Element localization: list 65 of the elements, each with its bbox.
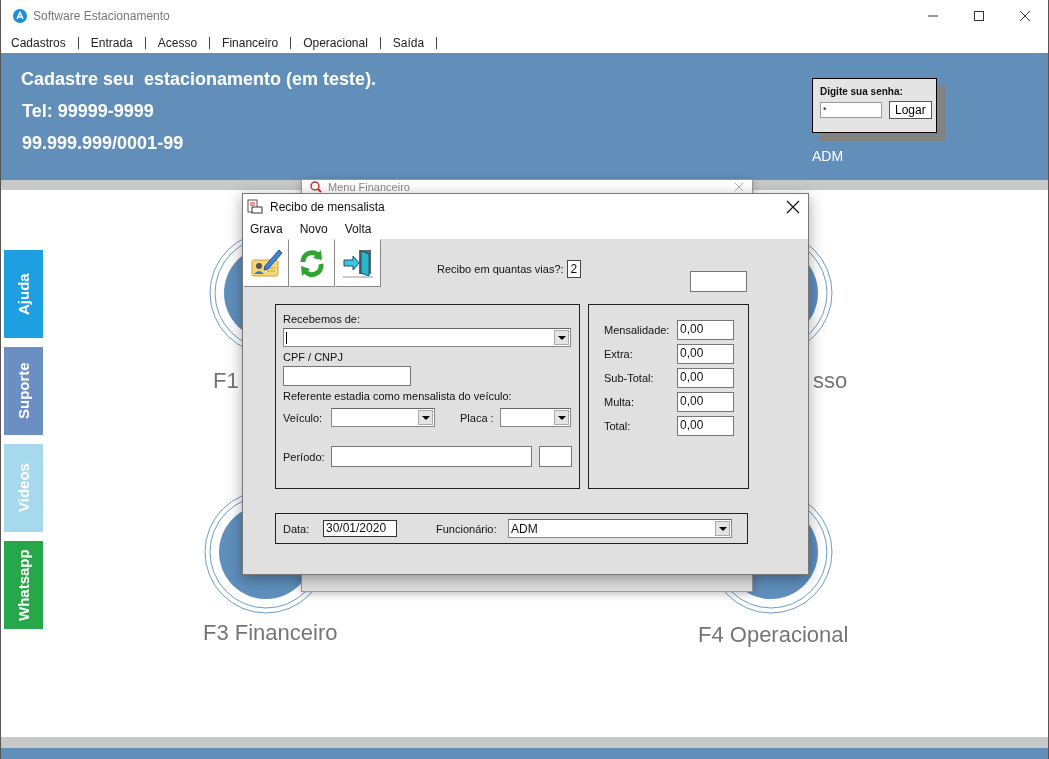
company-info-text: Tel: 99999-9999 — [21, 100, 155, 123]
field-label: CPF / CNPJ — [283, 351, 344, 363]
field-label: Extra: — [604, 348, 634, 360]
window-title: Menu Financeiro — [328, 181, 410, 193]
window-title: Software Estacionamento — [33, 9, 170, 23]
field-label: Mensalidade: — [604, 324, 671, 336]
user-name: ADM — [812, 148, 845, 164]
field-label: Multa: — [604, 396, 635, 408]
toolbar-button[interactable] — [335, 239, 381, 287]
caret-icon[interactable] — [554, 410, 569, 425]
shortcut-label[interactable]: F4 Operacional — [698, 622, 849, 648]
text-field[interactable]: 0,00 — [677, 416, 734, 436]
company-info-text: Cadastre seu estacionamento (em teste). — [21, 68, 378, 91]
password-label: Digite sua senha: — [820, 86, 904, 97]
menu-item[interactable]: Grava — [250, 222, 283, 236]
document-icon — [247, 198, 263, 215]
menu-item[interactable]: Cadastros — [11, 36, 79, 49]
field-label: Veículo: — [283, 411, 324, 424]
field-label: Funcionário: — [436, 522, 498, 535]
date-field[interactable]: 30/01/2020 — [323, 520, 397, 537]
field-label: Total: — [604, 420, 632, 432]
text-cursor — [286, 331, 287, 344]
text-field[interactable] — [539, 446, 572, 467]
text-field[interactable]: 0,00 — [677, 392, 734, 412]
text-field[interactable] — [690, 271, 747, 292]
field-label: Sub-Total: — [604, 372, 655, 384]
toolbar-button[interactable] — [289, 239, 335, 287]
menu-item[interactable]: Entrada — [90, 36, 146, 49]
menu-item[interactable]: Novo — [299, 222, 328, 236]
menu-item[interactable]: Volta — [344, 222, 372, 236]
dropdown[interactable] — [500, 408, 571, 427]
close-icon — [1019, 10, 1031, 22]
caret-icon[interactable] — [715, 521, 730, 536]
copies-label: Recibo em quantas vias?: — [437, 263, 564, 275]
text-field[interactable]: 0,00 — [677, 368, 734, 388]
text-field[interactable] — [283, 366, 411, 386]
shortcut-label[interactable]: F3 Financeiro — [203, 620, 338, 646]
field-label: Recebemos de: — [283, 313, 362, 325]
caret-icon[interactable] — [418, 410, 433, 425]
company-info-text: 99.999.999/0001-99 — [21, 132, 185, 155]
shortcut-label[interactable]: F1 — [213, 368, 239, 394]
menu-item[interactable]: Financeiro — [222, 36, 292, 49]
field-label: Referente estadia como mensalista do veículo: — [283, 390, 513, 402]
close-icon[interactable] — [786, 199, 800, 214]
dropdown[interactable]: ADM — [508, 519, 732, 538]
menu-item[interactable]: Operacional — [303, 36, 381, 49]
text-field[interactable] — [331, 446, 532, 467]
dropdown[interactable] — [331, 408, 435, 427]
field-label: Data: — [283, 522, 311, 535]
login-button[interactable]: Logar — [889, 101, 932, 119]
field-label: Período: — [283, 450, 326, 463]
app-logo-icon — [13, 9, 27, 23]
dropdown[interactable] — [283, 328, 571, 347]
shortcut-label[interactable]: sso — [813, 368, 848, 394]
menu-item[interactable]: Saída — [392, 36, 438, 49]
maximize-icon — [973, 10, 985, 22]
text-field[interactable]: 0,00 — [677, 344, 734, 364]
menu-item[interactable]: Acesso — [157, 36, 211, 49]
dialog-title: Recibo de mensalista — [270, 199, 385, 214]
toolbar-button[interactable] — [243, 239, 289, 287]
caret-icon[interactable] — [554, 330, 569, 345]
text-field[interactable]: 0,00 — [677, 320, 734, 340]
password-field[interactable]: * — [820, 102, 882, 118]
field-label: Placa : — [460, 411, 495, 424]
copies-field[interactable]: 2 — [566, 260, 582, 278]
